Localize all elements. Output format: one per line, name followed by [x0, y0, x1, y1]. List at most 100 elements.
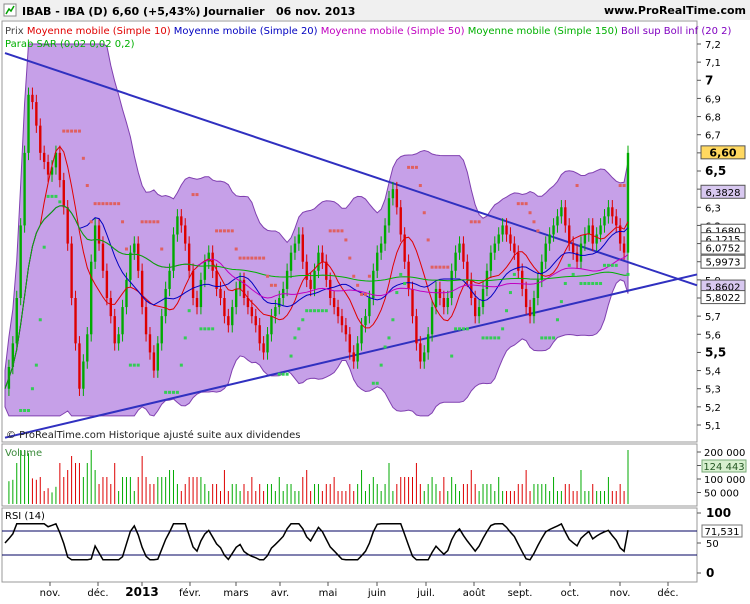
candle-body — [274, 307, 277, 317]
sar-dot — [552, 336, 556, 340]
candle-body — [513, 243, 516, 253]
sar-dot — [332, 229, 336, 233]
candle-body — [74, 298, 77, 344]
price-value-label: 6,3828 — [706, 188, 741, 199]
candle-body — [336, 307, 340, 317]
sar-dot — [144, 220, 148, 224]
sar-dot — [207, 327, 211, 331]
time-tick-label: juin — [367, 588, 386, 599]
sar-dot — [438, 265, 442, 269]
sar-dot — [85, 184, 89, 188]
sar-dot — [422, 211, 426, 215]
candle-body — [250, 307, 254, 317]
sar-dot — [587, 281, 591, 285]
sar-dot — [379, 363, 383, 367]
sar-dot — [571, 272, 575, 276]
sar-dot — [540, 336, 544, 340]
candle-body — [426, 334, 430, 353]
sar-dot — [148, 220, 152, 224]
sar-dot — [375, 381, 379, 385]
sar-dot — [520, 202, 524, 206]
sar-dot — [121, 220, 125, 224]
candle-body — [219, 288, 222, 298]
sar-dot — [262, 256, 266, 260]
sar-dot — [512, 272, 516, 276]
candle-body — [509, 234, 512, 244]
candle-body — [195, 298, 199, 308]
price-axis: 7,27,176,96,86,76,66,56,46,36,26,165,95,… — [697, 40, 746, 432]
sar-dot — [508, 291, 512, 295]
sar-dot — [50, 194, 54, 198]
candle-body — [505, 225, 508, 235]
candle-body — [348, 334, 352, 353]
sar-dot — [442, 265, 446, 269]
sar-dot — [344, 238, 348, 242]
rsi-tick-label: 50 — [706, 539, 719, 550]
sar-dot — [418, 184, 422, 188]
sar-dot — [602, 263, 606, 267]
stock-chart: IBAB - IBA (D) 6,60 (+5,43%) Journalier … — [0, 0, 750, 599]
sar-dot — [363, 292, 367, 296]
sar-dot — [493, 336, 497, 340]
candle-body — [144, 307, 148, 335]
sar-dot — [606, 263, 610, 267]
sar-dot — [42, 245, 46, 249]
sar-dot — [559, 300, 563, 304]
price-tick-label: 6,9 — [705, 94, 721, 105]
candle-body — [481, 288, 485, 308]
candle-body — [258, 325, 261, 344]
candle-body — [544, 243, 547, 262]
legend-item: Moyenne mobile (Simple 20) — [171, 26, 318, 37]
candle-body — [603, 216, 606, 226]
price-tick-label: 6,7 — [705, 131, 721, 142]
sar-legend: Parab SAR (0,02 0,02 0,2) — [5, 39, 135, 50]
rsi-value: 71,531 — [705, 527, 740, 538]
sar-dot — [156, 220, 160, 224]
candle-body — [176, 216, 179, 235]
sar-dot — [395, 291, 399, 295]
sar-dot — [301, 318, 305, 322]
candle-body — [430, 307, 434, 335]
sar-dot — [313, 309, 317, 313]
candle-body — [121, 307, 124, 335]
candle-body — [391, 189, 395, 199]
candle-body — [626, 152, 630, 253]
sar-dot — [273, 283, 277, 287]
sar-dot — [19, 408, 23, 412]
sar-dot — [316, 309, 320, 313]
time-axis: nov. déc. 2013 févr. mars avr. mai juin juil. aoû… — [40, 582, 679, 599]
candle-body — [450, 270, 453, 298]
candle-body — [227, 316, 230, 326]
sar-dot — [222, 229, 226, 233]
price-tick-label: 5,7 — [705, 312, 721, 323]
candle-body — [552, 225, 555, 235]
candle-body — [148, 334, 152, 353]
candle-body — [82, 361, 85, 389]
sar-dot — [410, 165, 414, 169]
candle-body — [160, 316, 163, 344]
time-tick-label: 2013 — [125, 585, 158, 599]
candle-body — [223, 298, 226, 317]
candle-body — [364, 316, 367, 326]
sar-dot — [469, 220, 473, 224]
sar-dot — [450, 354, 454, 358]
candle-body — [344, 325, 348, 335]
sar-dot — [579, 281, 583, 285]
rsi-label: RSI (14) — [5, 511, 45, 522]
candle-body — [262, 343, 265, 353]
candle-body — [109, 298, 112, 317]
sar-dot — [160, 247, 164, 251]
candle-body — [90, 261, 93, 335]
price-tick-label: 5,6 — [705, 330, 721, 341]
price-tick-label: 5,5 — [705, 345, 726, 359]
candle-body — [152, 352, 156, 371]
sar-dot — [407, 165, 411, 169]
sar-dot — [226, 229, 230, 233]
candle-body — [579, 243, 583, 262]
sar-dot — [128, 363, 132, 367]
candle-body — [35, 102, 38, 126]
sar-dot — [403, 281, 407, 285]
candle-body — [376, 252, 379, 271]
candle-body — [105, 270, 109, 298]
candle-body — [454, 252, 457, 271]
